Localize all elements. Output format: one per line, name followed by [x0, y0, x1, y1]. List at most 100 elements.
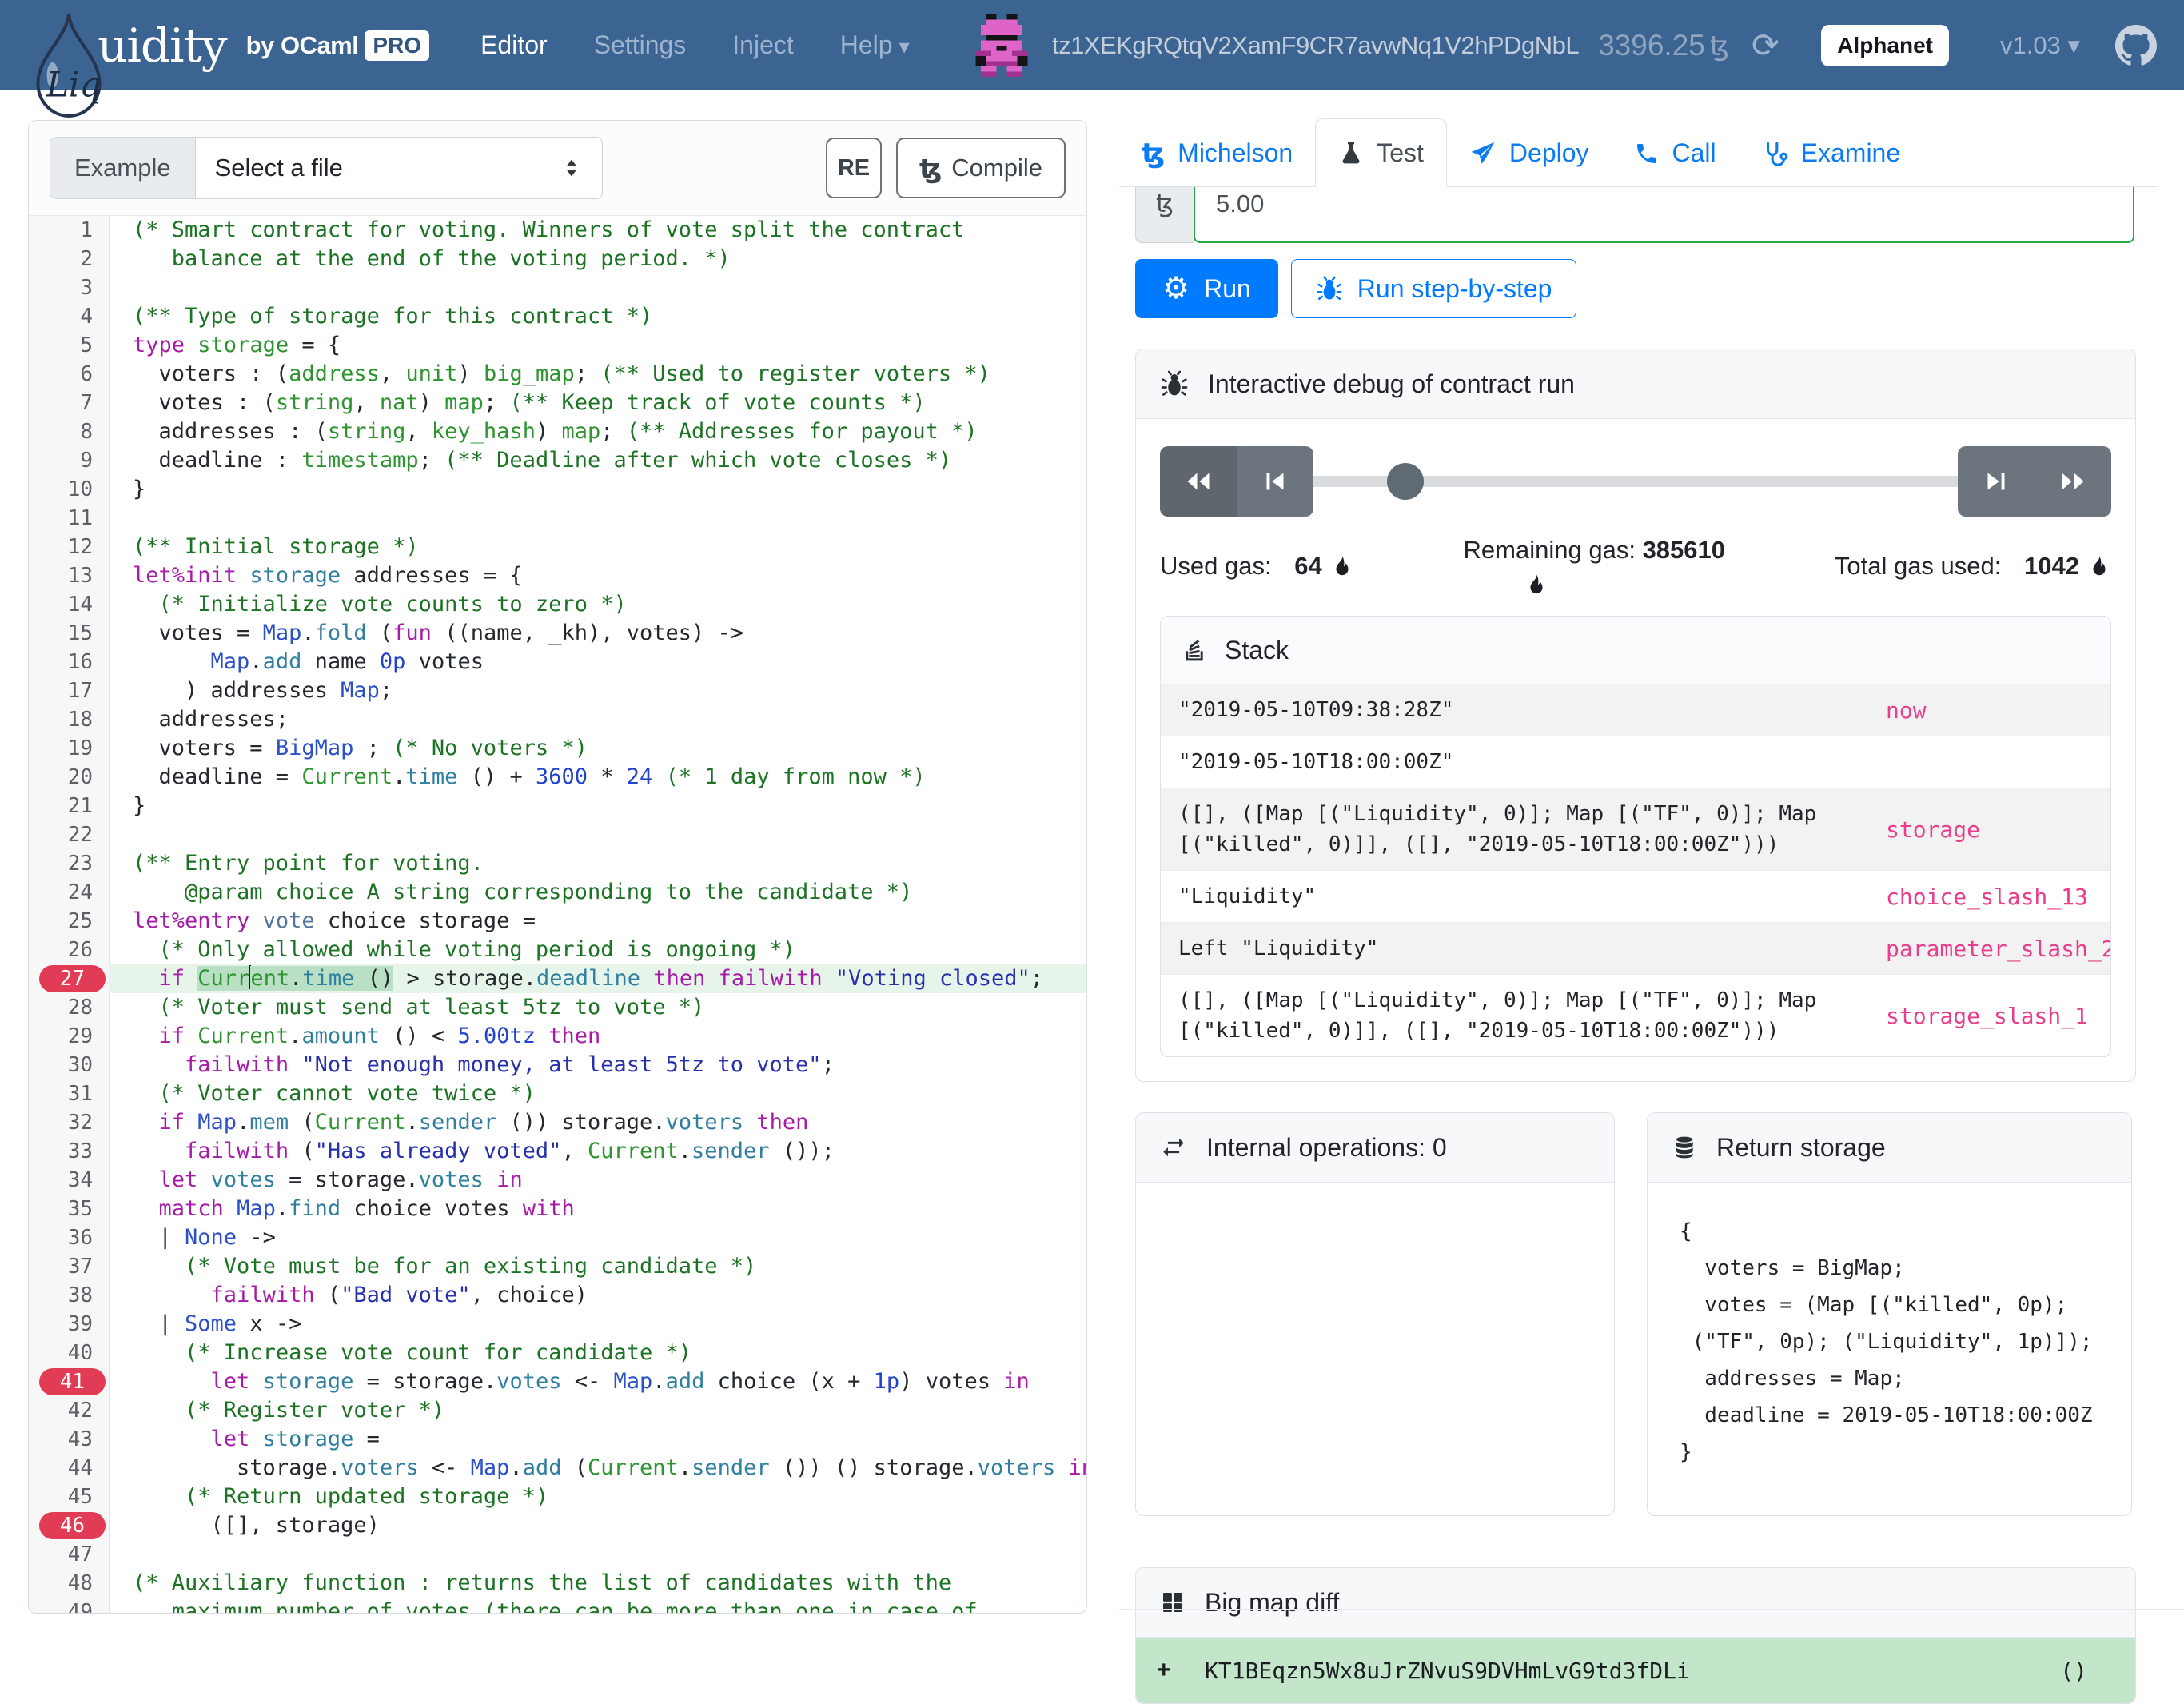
debug-stepper — [1160, 445, 2111, 518]
refresh-icon[interactable]: ⟳ — [1752, 29, 1779, 62]
wallet-address: tz1XEKgRQtqV2XamF9CR7avwNq1V2hPDgNbL — [1052, 31, 1579, 60]
code-line[interactable]: 2 balance at the end of the voting perio… — [29, 245, 1086, 273]
debug-slider-track[interactable] — [1309, 476, 1963, 487]
code-line[interactable]: 33 failwith ("Has already voted", Curren… — [29, 1137, 1086, 1166]
page-bottom-divider — [1119, 1609, 2184, 1610]
stethoscope-icon — [1761, 140, 1788, 167]
run-button[interactable]: ⚙ Run — [1135, 259, 1278, 318]
stack-value: "Liquidity" — [1161, 871, 1871, 922]
code-line[interactable]: 37 (* Vote must be for an existing candi… — [29, 1252, 1086, 1281]
nav-item-editor[interactable]: Editor — [480, 30, 548, 60]
code-line[interactable]: 10} — [29, 475, 1086, 504]
code-line[interactable]: 42 (* Register voter *) — [29, 1396, 1086, 1425]
internal-operations-card: Internal operations: 0 — [1135, 1112, 1615, 1516]
code-line[interactable]: 46 ([], storage) — [29, 1511, 1086, 1540]
code-line[interactable]: 19 voters = BigMap ; (* No voters *) — [29, 734, 1086, 763]
code-line[interactable]: 30 failwith "Not enough money, at least … — [29, 1051, 1086, 1079]
stepper-back-group[interactable] — [1160, 446, 1313, 517]
workbench-panel: ꜩ Michelson Test Deploy Call Examine ꜩ — [1119, 120, 2158, 1623]
internal-operations-title: Internal operations: 0 — [1206, 1133, 1447, 1163]
code-line[interactable]: 20 deadline = Current.time () + 3600 * 2… — [29, 763, 1086, 792]
code-line[interactable]: 48(* Auxiliary function : returns the li… — [29, 1569, 1086, 1598]
fast-forward-button[interactable] — [2035, 446, 2111, 517]
code-line[interactable]: 15 votes = Map.fold (fun ((name, _kh), v… — [29, 619, 1086, 648]
code-line[interactable]: 39 | Some x -> — [29, 1310, 1086, 1339]
code-line[interactable]: 27 if Current.time () > storage.deadline… — [29, 964, 1086, 993]
code-line[interactable]: 17 ) addresses Map; — [29, 676, 1086, 705]
code-line[interactable]: 44 storage.voters <- Map.add (Current.se… — [29, 1454, 1086, 1483]
tab-michelson[interactable]: ꜩ Michelson — [1119, 120, 1315, 186]
code-line[interactable]: 5type storage = { — [29, 331, 1086, 360]
stack-card-header: Stack — [1161, 617, 2110, 684]
code-line[interactable]: 21} — [29, 792, 1086, 820]
code-line[interactable]: 38 failwith ("Bad vote", choice) — [29, 1281, 1086, 1310]
code-line[interactable]: 13let%init storage addresses = { — [29, 561, 1086, 590]
code-line[interactable]: 12(** Initial storage *) — [29, 533, 1086, 561]
code-line[interactable]: 24 @param choice A string corresponding … — [29, 878, 1086, 907]
code-line[interactable]: 4(** Type of storage for this contract *… — [29, 302, 1086, 331]
code-line[interactable]: 8 addresses : (string, key_hash) map; (*… — [29, 417, 1086, 446]
run-step-button[interactable]: Run step-by-step — [1291, 259, 1577, 318]
avatar[interactable] — [970, 14, 1033, 77]
code-line[interactable]: 16 Map.add name 0p votes — [29, 648, 1086, 676]
nav-item-inject[interactable]: Inject — [732, 30, 793, 60]
code-line[interactable]: 35 match Map.find choice votes with — [29, 1195, 1086, 1223]
code-line[interactable]: 26 (* Only allowed while voting period i… — [29, 936, 1086, 964]
compile-button[interactable]: ꜩ Compile — [896, 138, 1066, 198]
stepper-forward-group[interactable] — [1958, 446, 2111, 517]
code-line[interactable]: 36 | None -> — [29, 1223, 1086, 1252]
fast-backward-icon — [1184, 467, 1213, 496]
exchange-icon — [1160, 1134, 1187, 1161]
tab-test[interactable]: Test — [1315, 118, 1447, 187]
tab-call[interactable]: Call — [1612, 120, 1739, 186]
table-grid-icon — [1160, 1590, 1186, 1615]
github-icon[interactable] — [2115, 25, 2157, 66]
code-line[interactable]: 41 let storage = storage.votes <- Map.ad… — [29, 1367, 1086, 1396]
fast-backward-button[interactable] — [1160, 446, 1237, 517]
code-editor[interactable]: 1(* Smart contract for voting. Winners o… — [29, 216, 1086, 1614]
nav-item-help[interactable]: Help▾ — [840, 30, 910, 60]
code-line[interactable]: 6 voters : (address, unit) big_map; (** … — [29, 360, 1086, 389]
nav-item-settings[interactable]: Settings — [594, 30, 687, 60]
code-line[interactable]: 34 let votes = storage.votes in — [29, 1166, 1086, 1195]
code-line[interactable]: 49 maximum number of votes (there can be… — [29, 1598, 1086, 1614]
code-line[interactable]: 47 — [29, 1540, 1086, 1569]
reason-syntax-button[interactable]: RE — [826, 138, 882, 198]
code-line[interactable]: 29 if Current.amount () < 5.00tz then — [29, 1022, 1086, 1051]
code-line[interactable]: 9 deadline : timestamp; (** Deadline aft… — [29, 446, 1086, 475]
code-line[interactable]: 40 (* Increase vote count for candidate … — [29, 1339, 1086, 1367]
amount-input[interactable] — [1194, 187, 2134, 243]
app-logo[interactable]: Liq uidity by OCaml PRO — [27, 0, 429, 100]
example-label: Example — [50, 137, 195, 199]
code-line[interactable]: 45 (* Return updated storage *) — [29, 1483, 1086, 1511]
code-line[interactable]: 28 (* Voter must send at least 5tz to vo… — [29, 993, 1086, 1022]
svg-text:Liq: Liq — [46, 65, 102, 105]
code-line[interactable]: 23(** Entry point for voting. — [29, 849, 1086, 878]
step-backward-icon — [1261, 467, 1289, 496]
network-badge[interactable]: Alphanet — [1821, 25, 1949, 66]
file-select[interactable]: Select a file — [195, 137, 603, 199]
code-line[interactable]: 11 — [29, 504, 1086, 533]
tab-deploy[interactable]: Deploy — [1447, 120, 1612, 186]
code-line[interactable]: 14 (* Initialize vote counts to zero *) — [29, 590, 1086, 619]
code-line[interactable]: 25let%entry vote choice storage = — [29, 907, 1086, 936]
code-line[interactable]: 7 votes : (string, nat) map; (** Keep tr… — [29, 389, 1086, 417]
tab-examine[interactable]: Examine — [1739, 120, 1923, 186]
workbench-tabs: ꜩ Michelson Test Deploy Call Examine — [1119, 120, 2158, 187]
code-line[interactable]: 43 let storage = — [29, 1425, 1086, 1454]
stack-row: "Liquidity"choice_slash_13 — [1161, 870, 2110, 922]
version-dropdown[interactable]: v1.03 ▾ — [2000, 31, 2080, 60]
code-line[interactable]: 22 — [29, 820, 1086, 849]
step-forward-button[interactable] — [1958, 446, 2035, 517]
bigmap-value: () — [2060, 1658, 2114, 1684]
stack-row: "2019-05-10T09:38:28Z"now — [1161, 684, 2110, 736]
code-line[interactable]: 18 addresses; — [29, 705, 1086, 734]
code-line[interactable]: 32 if Map.mem (Current.sender ()) storag… — [29, 1108, 1086, 1137]
code-line[interactable]: 3 — [29, 273, 1086, 302]
return-storage-body: { voters = BigMap; votes = (Map [("kille… — [1648, 1183, 2131, 1501]
debug-slider-thumb[interactable] — [1387, 463, 1424, 500]
code-line[interactable]: 31 (* Voter cannot vote twice *) — [29, 1079, 1086, 1108]
step-backward-button[interactable] — [1237, 446, 1313, 517]
bigmap-contract-address: KT1BEqzn5Wx8uJrZNvuS9DVHmLvG9td3fDLi — [1205, 1658, 1690, 1684]
code-line[interactable]: 1(* Smart contract for voting. Winners o… — [29, 216, 1086, 245]
